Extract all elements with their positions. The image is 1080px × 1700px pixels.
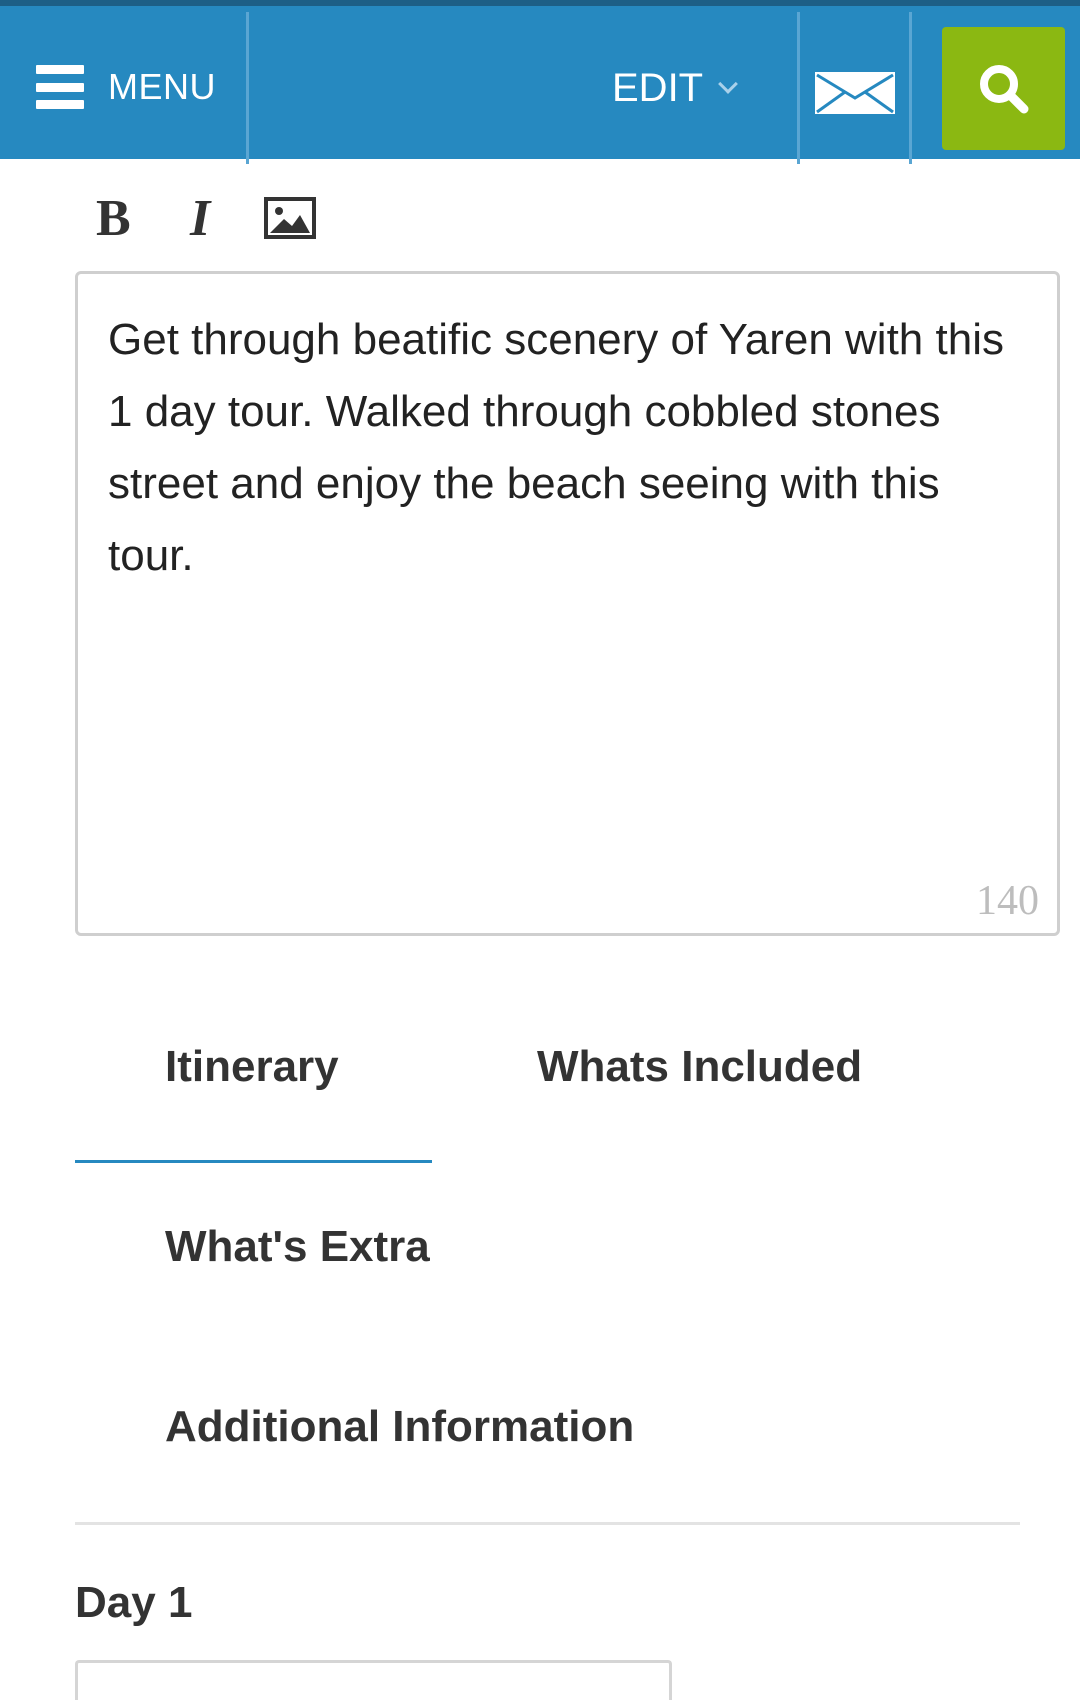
search-icon: [979, 64, 1028, 113]
bold-button[interactable]: B: [96, 189, 156, 248]
chevron-down-icon: [718, 74, 739, 94]
tab-whats-included[interactable]: Whats Included: [537, 1042, 862, 1092]
search-button[interactable]: [942, 27, 1065, 150]
tab-itinerary[interactable]: Itinerary: [165, 1042, 339, 1092]
tab-whats-extra[interactable]: What's Extra: [165, 1222, 430, 1272]
menu-button[interactable]: MENU: [0, 12, 248, 162]
image-icon[interactable]: [264, 197, 316, 239]
divider: [909, 12, 912, 164]
divider: [75, 1522, 1020, 1525]
top-navigation-bar: MENU EDIT: [0, 0, 1080, 164]
envelope-icon[interactable]: [815, 72, 895, 114]
divider: [797, 12, 800, 164]
tab-additional-information[interactable]: Additional Information: [165, 1402, 634, 1452]
description-text[interactable]: Get through beatific scenery of Yaren wi…: [108, 304, 1027, 592]
character-counter: 140: [976, 878, 1039, 924]
edit-label: EDIT: [612, 65, 704, 110]
menu-label: MENU: [108, 66, 216, 107]
divider: [246, 12, 249, 164]
hamburger-icon: [36, 65, 84, 109]
active-tab-indicator: [75, 1160, 432, 1163]
day-title: Day 1: [75, 1578, 193, 1627]
description-editor[interactable]: Get through beatific scenery of Yaren wi…: [75, 271, 1060, 936]
day-input[interactable]: [75, 1660, 672, 1700]
edit-dropdown[interactable]: EDIT: [612, 12, 739, 164]
formatting-toolbar: B I: [96, 188, 316, 248]
italic-button[interactable]: I: [190, 189, 230, 248]
